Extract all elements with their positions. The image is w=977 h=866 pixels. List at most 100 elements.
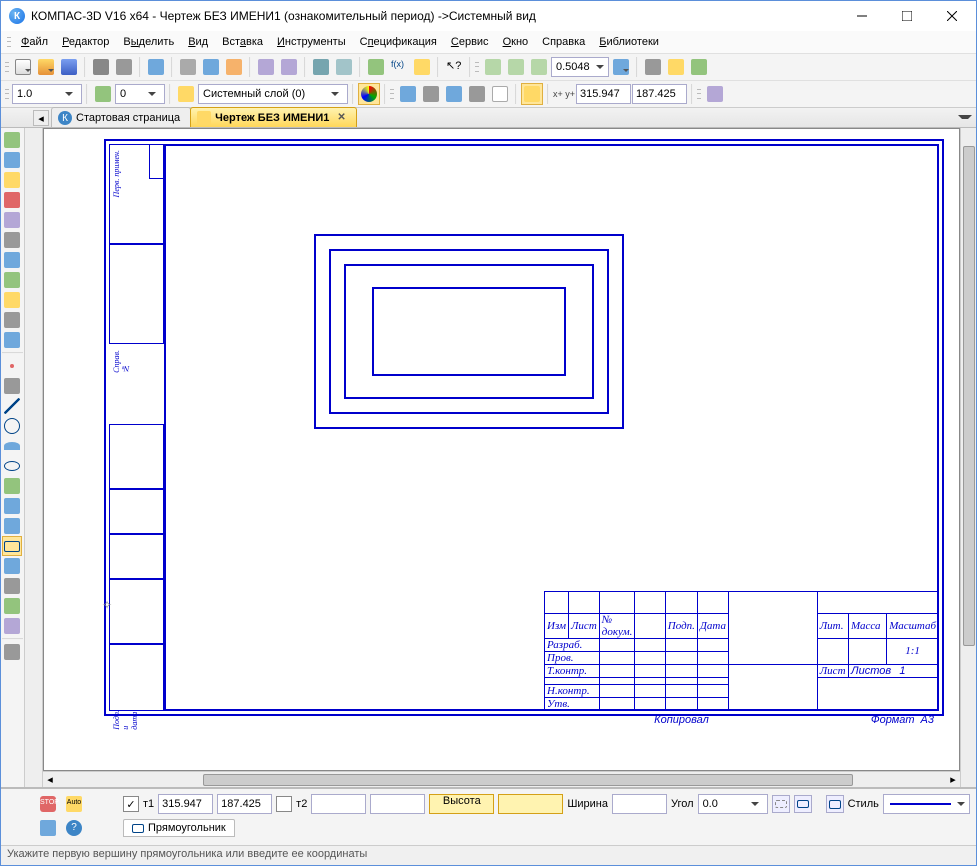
toolbar-grip[interactable] [5,86,9,102]
toolbar-grip[interactable] [697,86,701,102]
tool-spline-icon[interactable] [2,476,22,496]
t1-y-input[interactable] [217,794,272,814]
print-button[interactable] [90,56,112,78]
new-button[interactable] [12,56,34,78]
redo-button[interactable] [333,56,355,78]
save-button[interactable] [58,56,80,78]
tool-equidist-icon[interactable] [2,596,22,616]
save-params-button[interactable] [37,817,59,839]
minimize-button[interactable] [839,2,884,30]
toolbar-grip[interactable] [390,86,394,102]
axis-off-button[interactable] [772,795,790,813]
properties-button[interactable] [278,56,300,78]
tab-nav-button[interactable]: ◂ [33,110,49,126]
tool-fillet-icon[interactable] [2,496,22,516]
tool-continue-icon[interactable] [2,576,22,596]
tab-drawing-document[interactable]: Чертеж БЕЗ ИМЕНИ1 ✕ [190,107,357,127]
tool-aux-line-icon[interactable] [2,376,22,396]
horizontal-scrollbar[interactable]: ◂ ▸ [43,771,960,787]
scroll-right-icon[interactable]: ▸ [946,773,960,787]
cat-select-icon[interactable] [2,270,22,290]
dropdown-icon[interactable] [329,88,341,100]
stop-button[interactable]: STOP [37,793,59,815]
view-state-icon[interactable] [92,83,114,105]
style-combo[interactable] [883,794,970,814]
zoom-window-button[interactable] [482,56,504,78]
tool-ellipse-icon[interactable] [2,456,22,476]
open-button[interactable] [35,56,57,78]
dropdown-icon[interactable] [749,798,761,810]
close-button[interactable] [929,2,974,30]
angle-input[interactable] [701,798,749,810]
coord-y-input[interactable] [632,84,687,104]
print-preview-button[interactable] [113,56,135,78]
t1-x-input[interactable] [158,794,213,814]
width-input[interactable] [612,794,667,814]
axis-on-button[interactable] [794,795,812,813]
toolbar-grip[interactable] [5,59,9,75]
undo-button[interactable] [310,56,332,78]
property-tab-rectangle[interactable]: Прямоугольник [123,819,235,837]
menu-tools[interactable]: Инструменты [271,34,352,50]
measure-button[interactable] [704,83,726,105]
tool-segment-icon[interactable] [2,396,22,416]
dropdown-icon[interactable] [594,61,606,73]
ortho-button[interactable] [466,83,488,105]
rect-mode-button[interactable] [826,795,844,813]
dropdown-icon[interactable] [146,88,158,100]
auto-create-button[interactable]: Auto [63,793,85,815]
tool-circle-icon[interactable] [2,416,22,436]
drawing-canvas[interactable]: Перв. примен. Справ. № Подп. и дата Инв.… [43,128,960,771]
cat-param-icon[interactable] [2,230,22,250]
coord-x-input[interactable] [576,84,631,104]
angle-combo[interactable] [698,794,768,814]
tool-extra1-icon[interactable] [2,642,22,662]
menu-spec[interactable]: Спецификация [354,34,443,50]
paste-button[interactable] [223,56,245,78]
scroll-thumb[interactable] [203,774,853,786]
cat-spec-icon[interactable] [2,290,22,310]
menu-select[interactable]: Выделить [117,34,180,50]
dropdown-icon[interactable] [955,798,967,810]
cat-measure-icon[interactable] [2,250,22,270]
scroll-thumb[interactable] [963,146,975,646]
redraw-button[interactable] [688,56,710,78]
local-cs-button[interactable] [521,83,543,105]
grid-button[interactable] [420,83,442,105]
para-button[interactable] [443,83,465,105]
tool-arc-icon[interactable] [2,436,22,456]
scale-combo[interactable] [12,84,82,104]
t2-y-input[interactable] [370,794,425,814]
snap-button[interactable] [397,83,419,105]
copy-props-button[interactable] [255,56,277,78]
menu-view[interactable]: Вид [182,34,214,50]
vertical-scrollbar[interactable] [960,128,976,787]
tabs-dropdown[interactable] [958,112,972,126]
menu-libs[interactable]: Библиотеки [593,34,665,50]
cat-notation-icon[interactable] [2,190,22,210]
tool-hatch-icon[interactable] [2,616,22,636]
color-wheel-button[interactable] [358,83,380,105]
round-button[interactable] [489,83,511,105]
menu-edit[interactable]: Редактор [56,34,115,50]
cat-dimensions-icon[interactable] [2,150,22,170]
cat-symbols-icon[interactable] [2,170,22,190]
title-block[interactable]: ИзмЛист№ докум.Подп.ДатаЛит.МассаМасштаб… [544,591,939,711]
struct-button[interactable] [411,56,433,78]
toolbar-grip[interactable] [7,34,11,50]
tab-close-icon[interactable]: ✕ [337,112,345,123]
view-number-input[interactable] [118,88,146,100]
variables-button[interactable]: f(x) [388,56,410,78]
user-rectangle[interactable] [372,287,566,376]
tool-point-icon[interactable] [2,356,22,376]
zoom-fit-button[interactable] [610,56,632,78]
cat-report-icon[interactable] [2,310,22,330]
height-input[interactable] [498,794,563,814]
menu-window[interactable]: Окно [497,34,535,50]
menu-help[interactable]: Справка [536,34,591,50]
zoom-combo[interactable] [551,57,609,77]
pan-button[interactable] [642,56,664,78]
help-panel-button[interactable]: ? [63,817,85,839]
tool-chamfer-icon[interactable] [2,516,22,536]
zoom-out-button[interactable] [528,56,550,78]
